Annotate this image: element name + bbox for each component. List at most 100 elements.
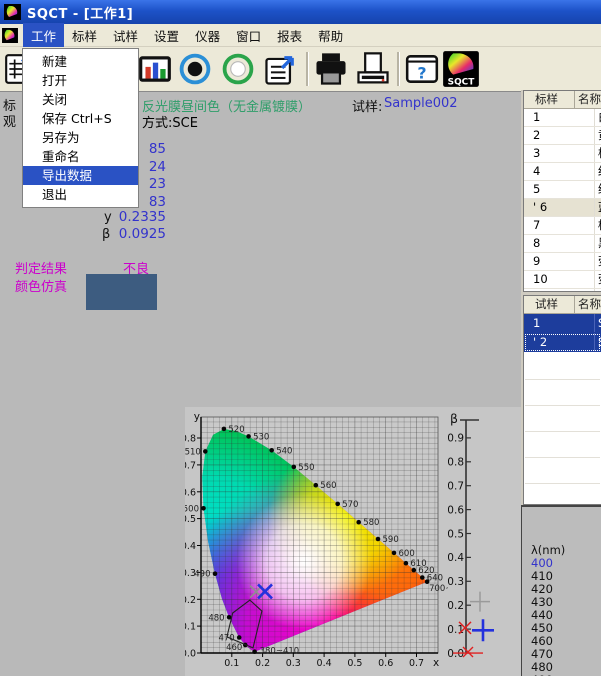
svg-text:0.8: 0.8 (448, 457, 464, 469)
empty-row-line (525, 457, 600, 458)
empty-row-line (525, 379, 600, 380)
empty-row-line (525, 483, 600, 484)
menu-bar: 工作标样试样设置仪器窗口报表帮助 (0, 24, 601, 47)
svg-text:600: 600 (399, 549, 415, 559)
file-menu-item[interactable]: 新建 (23, 52, 138, 71)
svg-text:0.6: 0.6 (185, 487, 196, 498)
svg-text:480: 480 (208, 613, 224, 623)
file-menu-item[interactable]: 打开 (23, 71, 138, 90)
table-row[interactable]: 4红 (524, 163, 601, 181)
menu-item-标样[interactable]: 标样 (64, 23, 105, 48)
menu-item-仪器[interactable]: 仪器 (187, 23, 228, 48)
svg-text:0.5: 0.5 (185, 514, 196, 525)
svg-text:β: β (450, 411, 458, 426)
svg-text:0.7: 0.7 (448, 481, 464, 493)
color-simulation-label: 颜色仿真 (15, 276, 67, 295)
svg-text:0.0: 0.0 (185, 649, 196, 660)
table-row[interactable]: ' 6蓝 (524, 199, 601, 217)
sqct-logo-icon[interactable]: SQCT (442, 49, 480, 89)
measure-sample-icon[interactable] (219, 49, 257, 89)
table-row[interactable]: 1白 (524, 109, 601, 127)
mode-text: 方式:SCE (142, 112, 198, 131)
svg-text:560: 560 (320, 481, 336, 491)
toolbar-separator (306, 52, 309, 86)
svg-text:0.6: 0.6 (448, 504, 464, 516)
svg-text:490: 490 (194, 570, 210, 580)
svg-text:x: x (433, 657, 439, 669)
svg-text:510: 510 (185, 447, 201, 457)
empty-row-line (525, 431, 600, 432)
app-logo-icon (4, 4, 21, 20)
chart-icon[interactable] (136, 49, 174, 89)
y-value: 0.2335 (100, 209, 166, 225)
svg-text:700~780: 700~780 (429, 584, 448, 594)
svg-text:500: 500 (185, 504, 199, 514)
right-panel: 标样名称1白2黄3橙4红5绿' 6蓝7棕8黑9荧光黄10荧光橙11荧光绿 试样名… (521, 90, 601, 676)
print-icon[interactable] (312, 49, 350, 89)
svg-text:0.1: 0.1 (185, 622, 196, 633)
file-menu-item[interactable]: 退出 (23, 185, 138, 204)
file-menu-item[interactable]: 导出数据 (23, 166, 138, 185)
standards-table[interactable]: 标样名称1白2黄3橙4红5绿' 6蓝7棕8黑9荧光黄10荧光橙11荧光绿 (523, 90, 601, 292)
beta-value: 0.0925 (100, 226, 166, 242)
menu-item-帮助[interactable]: 帮助 (310, 23, 351, 48)
svg-text:0.8: 0.8 (185, 434, 196, 445)
svg-text:460: 460 (226, 643, 242, 653)
svg-text:0.6: 0.6 (378, 658, 393, 669)
table-row[interactable]: 10荧光橙 (524, 271, 601, 289)
svg-text:0.1: 0.1 (224, 658, 239, 669)
measure-standard-icon[interactable] (176, 49, 214, 89)
menu-item-试样[interactable]: 试样 (105, 23, 146, 48)
table-row[interactable]: 7棕 (524, 217, 601, 235)
svg-text:0.5: 0.5 (448, 528, 464, 540)
svg-text:0.0: 0.0 (448, 648, 464, 660)
svg-text:540: 540 (276, 446, 292, 456)
menu-item-报表[interactable]: 报表 (269, 23, 310, 48)
table-row[interactable]: ' 2S (524, 333, 601, 352)
beta-axis: 0.00.10.20.30.40.50.60.70.80.9β (448, 407, 523, 676)
judge-label: 判定结果 (15, 258, 67, 277)
report-export-icon[interactable] (262, 49, 300, 89)
help-icon[interactable]: ? (403, 49, 441, 89)
samples-table[interactable]: 试样名称1S' 2S (523, 295, 601, 505)
svg-text:?: ? (417, 64, 426, 83)
svg-text:0.2: 0.2 (255, 658, 270, 669)
toolbar-separator (397, 52, 400, 86)
table-row[interactable]: 2黄 (524, 127, 601, 145)
table-row[interactable]: 8黑 (524, 235, 601, 253)
window-title: SQCT - [工作1] (27, 3, 133, 22)
menu-item-工作[interactable]: 工作 (23, 23, 64, 48)
file-menu-item[interactable]: 重命名 (23, 147, 138, 166)
menu-item-窗口[interactable]: 窗口 (228, 23, 269, 48)
wavelength-list: 400410420430440450460470480490 (531, 557, 553, 676)
file-menu-item[interactable]: 保存 Ctrl+S (23, 109, 138, 128)
svg-text:380~410: 380~410 (260, 647, 300, 657)
empty-row-line (525, 405, 600, 406)
title-bar: SQCT - [工作1] (0, 0, 601, 24)
svg-text:0.7: 0.7 (185, 460, 196, 471)
svg-text:0.7: 0.7 (409, 658, 424, 669)
svg-text:530: 530 (253, 432, 269, 442)
file-menu-item[interactable]: 另存为 (23, 128, 138, 147)
clipped-label-observer: 观 (3, 111, 16, 130)
svg-text:470: 470 (218, 634, 234, 644)
chromaticity-diagram: 0.10.20.30.40.50.60.70.00.10.20.30.40.50… (185, 407, 448, 676)
wavelength-panel: λ(nm) 400410420430440450460470480490 (521, 505, 601, 676)
file-menu-item[interactable]: 关闭 (23, 90, 138, 109)
print-preview-icon[interactable] (354, 49, 392, 89)
table-row[interactable]: 3橙 (524, 145, 601, 163)
color-simulation-swatch (86, 274, 157, 310)
svg-text:0.4: 0.4 (185, 541, 196, 552)
svg-text:0.4: 0.4 (317, 658, 332, 669)
table-row[interactable]: 9荧光黄 (524, 253, 601, 271)
menu-item-设置[interactable]: 设置 (146, 23, 187, 48)
svg-text:570: 570 (342, 500, 358, 510)
file-menu: 新建打开关闭保存 Ctrl+S另存为重命名导出数据退出 (22, 48, 139, 208)
sample-name: Sample002 (384, 96, 458, 111)
table-row[interactable]: 1S (524, 314, 601, 333)
table-row[interactable]: 5绿 (524, 181, 601, 199)
child-window-icon[interactable] (2, 28, 18, 43)
sample-label: 试样: (352, 96, 382, 115)
table-row[interactable]: 11荧光绿 (524, 289, 601, 292)
svg-text:0.3: 0.3 (448, 576, 464, 588)
